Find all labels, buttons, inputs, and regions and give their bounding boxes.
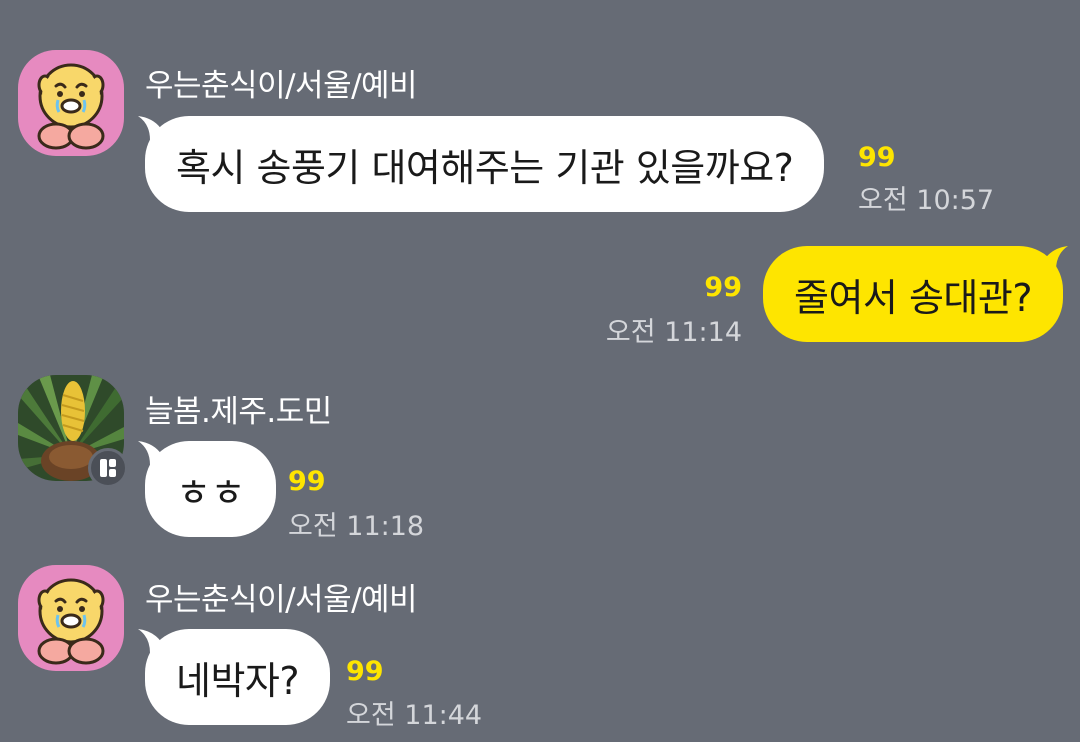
message-text: 혹시 송풍기 대여해주는 기관 있을까요?	[176, 145, 794, 190]
message-text: 네박자?	[176, 658, 300, 703]
message-bubble[interactable]: 혹시 송풍기 대여해주는 기관 있을까요?	[145, 116, 825, 212]
message-bubble[interactable]: 줄여서 송대관?	[762, 246, 1063, 342]
avatar[interactable]	[18, 565, 124, 671]
message-text: ㅎㅎ	[176, 470, 245, 515]
message-bubble[interactable]: 네박자?	[145, 629, 331, 725]
unread-count: 99	[346, 656, 384, 687]
message-time: 오전 10:57	[858, 185, 995, 216]
sender-name: 우는춘식이/서울/예비	[145, 68, 418, 104]
message-text: 줄여서 송대관?	[793, 275, 1033, 320]
unread-count: 99	[288, 466, 326, 497]
message-time: 오전 11:44	[346, 700, 483, 731]
message-bubble[interactable]: ㅎㅎ	[145, 441, 276, 537]
crying-character-avatar-icon	[37, 578, 105, 665]
multi-profile-badge	[88, 448, 128, 488]
unread-count: 99	[858, 142, 896, 173]
sender-name: 늘봄.제주.도민	[145, 394, 332, 430]
bubble-tail	[1044, 246, 1068, 270]
avatar[interactable]	[18, 50, 124, 156]
multi-profile-badge-icon	[100, 459, 116, 477]
message-time: 오전 11:18	[288, 511, 425, 542]
unread-count: 99	[704, 272, 742, 303]
message-time: 오전 11:14	[605, 317, 742, 348]
crying-character-avatar-icon	[37, 63, 105, 150]
sender-name: 우는춘식이/서울/예비	[145, 582, 418, 618]
